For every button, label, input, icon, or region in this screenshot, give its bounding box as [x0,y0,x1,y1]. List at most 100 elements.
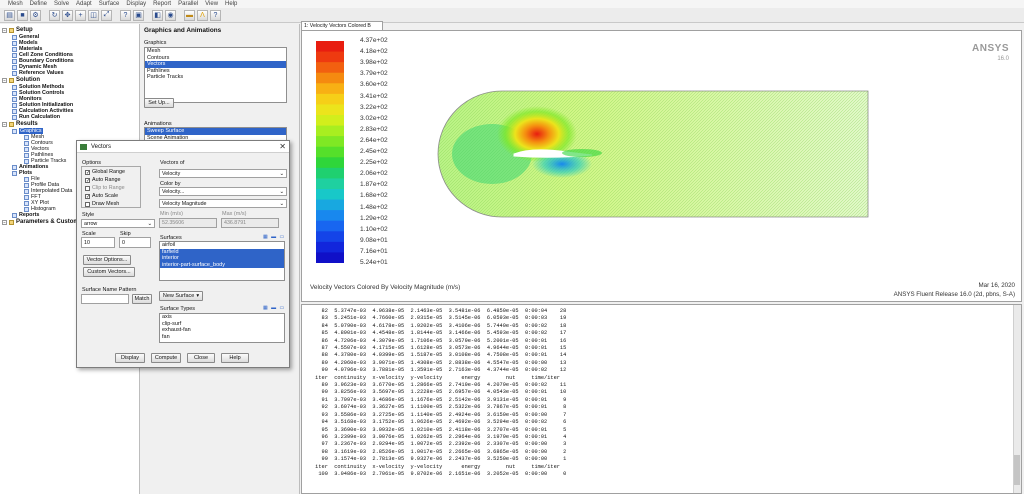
menu-bar: Mesh Define Solve Adapt Surface Display Report… [0,0,1024,8]
option-checkbox[interactable]: Draw Mesh [85,201,119,207]
save-file-icon[interactable]: ■ [17,9,28,21]
menu-solve[interactable]: Solve [54,0,69,8]
tree-node-icon [24,176,29,182]
skip-input[interactable]: 0 [119,237,151,248]
layout-icon[interactable]: ▣ [133,9,144,21]
surface-name-pattern-input[interactable] [81,294,129,304]
folder-icon[interactable]: ▬ [184,9,195,21]
match-button[interactable]: Match [132,294,152,304]
tree-item[interactable]: Run Calculation [12,114,60,120]
settings-icon[interactable]: ⚙ [30,9,41,21]
compute-button[interactable]: Compute [151,353,181,363]
tree-item[interactable]: Reports [12,212,39,218]
tree-node-icon [12,46,17,52]
color-by-dropdown[interactable]: Velocity... ⌄ [159,187,287,196]
expand-icon[interactable]: − [2,27,7,33]
display-button[interactable]: Display [115,353,145,363]
view-icon[interactable]: ◧ [152,9,163,21]
surface-name-pattern-label: Surface Name Pattern [82,287,137,293]
menu-report[interactable]: Report [153,0,171,8]
tree-item[interactable]: Reference Values [12,70,64,76]
console-output: 82 5.3747e-03 4.9638e-05 2.1463e-05 3.54… [312,308,566,478]
checkbox-icon[interactable]: ✓ [85,193,90,199]
graphics-window-tab[interactable]: 1: Velocity Vectors Colored B [301,21,383,30]
vector-options-button[interactable]: Vector Options... [83,255,131,265]
menu-mesh[interactable]: Mesh [8,0,23,8]
custom-vectors-button[interactable]: Custom Vectors... [83,267,135,277]
option-label: Draw Mesh [92,201,120,207]
style-dropdown[interactable]: arrow ⌄ [81,219,155,228]
rotate-view-icon[interactable]: ↻ [49,9,60,21]
menu-surface[interactable]: Surface [99,0,120,8]
camera-icon[interactable]: ◉ [165,9,176,21]
menu-display[interactable]: Display [126,0,146,8]
checkbox-icon[interactable]: ✓ [85,177,90,183]
pan-icon[interactable]: ✥ [62,9,73,21]
tree-node-icon [12,164,17,170]
menu-help[interactable]: Help [225,0,237,8]
help-icon[interactable]: ? [210,9,221,21]
option-checkbox[interactable]: ✓ Global Range [85,169,125,175]
menu-define[interactable]: Define [30,0,47,8]
tree-node-icon [12,52,17,58]
zoom-to-area-icon[interactable]: ◫ [88,9,99,21]
option-checkbox[interactable]: Clip to Range [85,185,125,191]
new-surface-button[interactable]: New Surface ▾ [159,291,203,301]
option-checkbox[interactable]: ✓ Auto Range [85,177,120,183]
toolbar-separator [146,10,150,21]
toolbar-separator [114,10,118,21]
checkbox-icon[interactable] [85,185,90,191]
console-line: 82 5.3747e-03 4.9638e-05 2.1463e-05 3.54… [312,308,567,314]
surface-type-item[interactable]: fan [160,334,284,341]
option-checkbox[interactable]: ✓ Auto Scale [85,193,118,199]
surface-list-item[interactable]: interior-part-surface_body [160,261,284,268]
surface-types-list[interactable]: axis clip-surf exhaust-fan fan [159,313,285,343]
color-by-sub-dropdown[interactable]: Velocity Magnitude ⌄ [159,199,287,208]
colorbar-label: 4.37e+02 [360,37,388,44]
colorbar-band [316,93,344,105]
scale-input[interactable]: 10 [81,237,115,248]
console-scrollbar[interactable] [1013,305,1021,493]
console-line: 83 5.2451e-03 4.7660e-05 2.0315e-05 3.51… [312,315,567,322]
folder-icon [9,77,14,83]
folder-icon [9,121,14,127]
tree-node-icon [12,128,17,134]
help-button[interactable]: Help [221,353,249,363]
fit-to-window-icon[interactable]: ⤢ [101,9,112,21]
tree-item[interactable]: − Setup [2,27,33,33]
expand-icon[interactable]: − [2,219,7,225]
close-icon[interactable]: ✕ [279,142,286,151]
console-scroll-thumb[interactable] [1014,455,1020,485]
tree-item[interactable]: − Results [2,121,38,127]
zoom-in-icon[interactable]: + [75,9,86,21]
expand-icon[interactable]: − [2,121,7,127]
tree-item[interactable]: − Solution [2,77,40,83]
dialog-titlebar[interactable]: Vectors ✕ [77,141,289,153]
ansys-logo: ANSYS [972,43,1009,54]
menu-parallel[interactable]: Parallel [178,0,198,8]
menu-adapt[interactable]: Adapt [76,0,92,8]
ansys-logo-icon[interactable]: Λ [197,9,208,21]
ansys-version: 16.0 [997,56,1009,62]
mouse-probe-icon[interactable]: ? [120,9,131,21]
graphics-list-item[interactable]: Particle Tracks [145,74,286,81]
menu-view[interactable]: View [205,0,218,8]
tree-item-label: Setup [16,27,33,33]
open-file-icon[interactable]: ▤ [4,9,15,21]
checkbox-icon[interactable] [85,201,90,207]
surface-select-icons[interactable]: ▦ ▬ ▭ [263,234,285,240]
expand-icon[interactable]: − [2,77,7,83]
set-up-button[interactable]: Set Up... [144,98,174,108]
console-window[interactable]: 82 5.3747e-03 4.9638e-05 2.1463e-05 3.54… [301,304,1022,494]
graphics-list[interactable]: Mesh Contours Vectors Pathlines Particle Tra… [144,47,287,103]
tree-node-icon [12,114,17,120]
graphics-release: ANSYS Fluent Release 16.0 (2d, pbns, S-A… [893,291,1015,298]
checkbox-icon[interactable]: ✓ [85,169,90,175]
console-line: 89 3.9623e-03 3.6770e-05 1.2866e-05 2.74… [312,382,567,389]
toolbar: ▤ ■ ⚙ ↻ ✥ + ◫ ⤢ ? ▣ ◧ ◉ ▬ Λ ? [0,8,1024,23]
vectors-of-dropdown[interactable]: Velocity ⌄ [159,169,287,178]
close-button[interactable]: Close [187,353,215,363]
surface-type-select-icons[interactable]: ▦ ▬ ▭ [263,305,285,311]
colorbar-label: 3.41e+02 [360,92,388,100]
surfaces-list[interactable]: airfoil farfield interior interior-part-sur… [159,241,285,281]
